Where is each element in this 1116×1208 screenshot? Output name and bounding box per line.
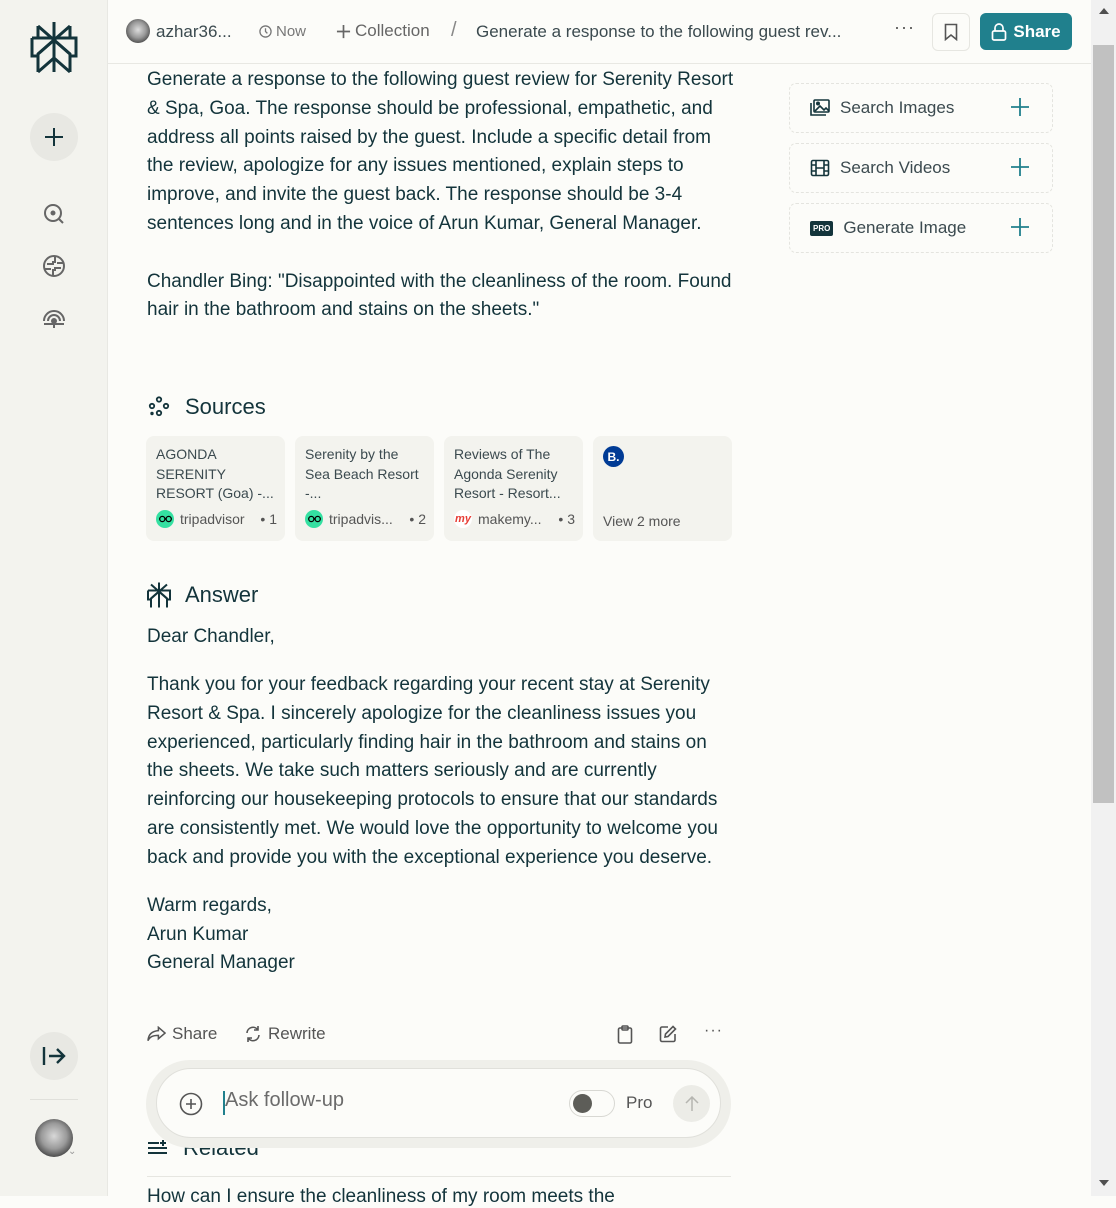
query-review-quote: Chandler Bing: "Disappointed with the cl… [147, 270, 732, 321]
generate-image-button[interactable]: PRO Generate Image [789, 203, 1053, 253]
more-options-button[interactable]: ··· [894, 17, 915, 38]
clock-icon [259, 25, 272, 38]
add-to-collection-button[interactable]: Collection [336, 21, 430, 41]
source-index: • 3 [558, 511, 575, 527]
source-card[interactable]: AGONDA SERENITY RESORT (Goa) -... tripad… [146, 436, 285, 541]
arrow-up-icon [684, 1095, 699, 1111]
sidebar: ⌄ [0, 0, 108, 1196]
view-more-sources-button[interactable]: B. View 2 more [593, 436, 732, 541]
submit-button[interactable] [673, 1085, 710, 1122]
tripadvisor-icon [305, 510, 323, 528]
perplexity-answer-icon [147, 582, 171, 608]
attach-plus-icon[interactable] [179, 1092, 203, 1116]
share-answer-button[interactable]: Share [147, 1024, 217, 1044]
search-videos-button[interactable]: Search Videos [789, 143, 1053, 193]
plus-icon [1011, 158, 1029, 176]
sources-heading: Sources [147, 394, 266, 420]
source-title: AGONDA SERENITY RESORT (Goa) -... [156, 446, 274, 501]
timestamp: Now [259, 23, 306, 40]
source-title: Serenity by the Sea Beach Resort -... [305, 446, 419, 501]
lock-icon [992, 22, 1007, 41]
followup-container: Pro [146, 1060, 731, 1148]
sources-icon [148, 396, 170, 417]
plus-icon [1011, 218, 1029, 236]
expand-arrow-icon [42, 1047, 66, 1065]
rewrite-button[interactable]: Rewrite [244, 1024, 326, 1044]
pro-toggle[interactable] [569, 1090, 615, 1117]
user-query: Generate a response to the following gue… [147, 66, 737, 354]
source-title: Reviews of The Agonda Serenity Resort - … [454, 446, 561, 501]
answer-greeting: Dear Chandler, [147, 626, 275, 647]
scrollbar-thumb[interactable] [1093, 45, 1114, 803]
author-name[interactable]: azhar36... [156, 22, 232, 42]
thread-title[interactable]: Generate a response to the following gue… [476, 22, 866, 42]
followup-box: Pro [156, 1068, 721, 1138]
search-icon[interactable] [42, 202, 66, 226]
pro-toggle-knob [573, 1094, 592, 1113]
makemytrip-icon: my [454, 510, 472, 528]
booking-icon: B. [603, 446, 624, 467]
source-index: • 2 [409, 511, 426, 527]
source-site: tripadvis... [329, 511, 393, 527]
share-button[interactable]: Share [980, 13, 1072, 50]
plus-icon [336, 24, 351, 38]
related-divider [147, 1176, 731, 1177]
plus-icon [45, 128, 63, 146]
sidebar-divider [30, 1099, 78, 1100]
expand-sidebar-button[interactable] [30, 1032, 78, 1080]
bookmark-icon [944, 23, 958, 41]
answer-heading: Answer [147, 581, 258, 609]
page-scrollbar[interactable] [1091, 0, 1116, 1196]
more-answer-options-icon[interactable]: ··· [704, 1022, 723, 1040]
signal-icon[interactable] [42, 306, 66, 330]
share-arrow-icon [147, 1026, 166, 1042]
globe-icon[interactable] [42, 254, 66, 278]
tripadvisor-icon [156, 510, 174, 528]
media-panel: Search Images Search Videos PRO Generate… [789, 83, 1053, 263]
sources-list: AGONDA SERENITY RESORT (Goa) -... tripad… [146, 436, 732, 541]
copy-icon[interactable] [617, 1025, 633, 1044]
new-thread-button[interactable] [30, 113, 78, 161]
related-list-icon [148, 1140, 167, 1154]
related-question[interactable]: How can I ensure the cleanliness of my r… [147, 1186, 615, 1208]
author-avatar[interactable] [126, 19, 150, 43]
scroll-up-arrow-icon[interactable] [1099, 8, 1109, 14]
film-icon [810, 159, 830, 177]
edit-icon[interactable] [659, 1025, 677, 1043]
source-index: • 1 [260, 511, 277, 527]
thread-header: azhar36... Now Collection / Generate a r… [108, 0, 1091, 64]
query-text: Generate a response to the following gue… [147, 69, 734, 234]
perplexity-logo-icon[interactable] [30, 20, 78, 74]
source-site: makemy... [478, 511, 542, 527]
answer-actions: Share Rewrite ··· [147, 1022, 731, 1048]
rewrite-icon [246, 1026, 260, 1042]
followup-input[interactable] [225, 1089, 545, 1112]
plus-icon [1011, 98, 1029, 116]
scroll-down-arrow-icon[interactable] [1099, 1180, 1109, 1186]
answer-paragraph: Thank you for your feedback regarding yo… [147, 673, 718, 868]
source-card[interactable]: Serenity by the Sea Beach Resort -... tr… [295, 436, 434, 541]
source-card[interactable]: Reviews of The Agonda Serenity Resort - … [444, 436, 583, 541]
pro-label: Pro [626, 1093, 653, 1112]
source-site: tripadvisor [180, 511, 245, 527]
answer-signoff: Warm regards, Arun Kumar General Manager [147, 894, 295, 974]
image-icon [810, 99, 830, 116]
bookmark-button[interactable] [932, 13, 970, 51]
view-more-label: View 2 more [603, 513, 681, 529]
chevron-down-icon[interactable]: ⌄ [68, 1146, 76, 1157]
search-images-button[interactable]: Search Images [789, 83, 1053, 133]
answer-body: Dear Chandler, Thank you for your feedba… [147, 623, 737, 978]
pro-badge-icon: PRO [810, 220, 834, 236]
breadcrumb-separator: / [451, 19, 457, 41]
